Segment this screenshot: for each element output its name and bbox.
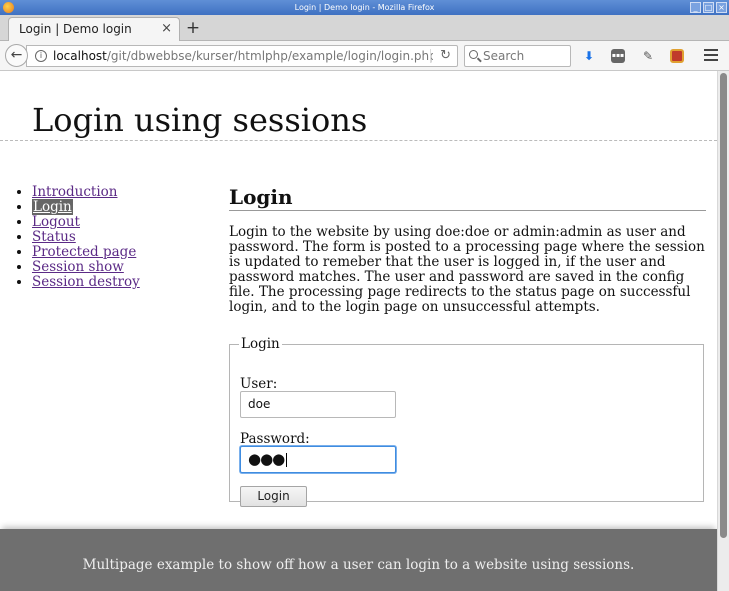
addon-icon[interactable] — [670, 49, 684, 63]
site-title: Login using sessions — [32, 101, 368, 139]
window-title: Login | Demo login - Mozilla Firefox — [294, 3, 435, 12]
password-mask: ●●● — [248, 450, 285, 468]
tab-login[interactable]: Login | Demo login × — [8, 17, 180, 41]
firefox-icon — [3, 2, 14, 13]
back-button[interactable]: ← — [5, 44, 28, 67]
minimize-button[interactable]: _ — [690, 2, 701, 13]
url-host: localhost — [53, 49, 107, 63]
tab-close-icon[interactable]: × — [161, 18, 172, 40]
tab-label: Login | Demo login — [19, 22, 132, 36]
info-icon[interactable]: i — [35, 50, 47, 62]
vertical-scrollbar[interactable] — [717, 71, 729, 591]
hamburger-menu-icon[interactable] — [704, 49, 718, 63]
intro-paragraph: Login to the website by using doe:doe or… — [229, 224, 705, 315]
url-path: /git/dbwebbse/kurser/htmlphp/example/log… — [106, 49, 433, 63]
text-caret — [286, 452, 288, 467]
window-controls: _ □ × — [690, 2, 727, 13]
login-button[interactable]: Login — [240, 486, 307, 507]
extension-icon[interactable]: ▪▪▪ — [611, 49, 625, 63]
url-bar[interactable]: i localhost/git/dbwebbse/kurser/htmlphp/… — [26, 45, 458, 67]
menu-link-logout[interactable]: Logout — [32, 214, 80, 230]
reload-icon[interactable]: ↻ — [440, 46, 451, 66]
navigation-bar: i localhost/git/dbwebbse/kurser/htmlphp/… — [0, 41, 729, 71]
menu-link-protected-page[interactable]: Protected page — [32, 244, 136, 260]
maximize-button[interactable]: □ — [703, 2, 714, 13]
footer-text: Multipage example to show off how a user… — [82, 557, 635, 573]
user-label: User: — [240, 376, 278, 392]
download-icon[interactable]: ⬇ — [582, 49, 596, 63]
search-input[interactable]: Search — [464, 45, 571, 67]
page-heading: Login — [229, 185, 706, 211]
login-form: Login User: doe Password: ●●● Login — [229, 336, 704, 507]
url-text[interactable]: localhost/git/dbwebbse/kurser/htmlphp/ex… — [53, 46, 433, 66]
page-viewport: Login using sessions Introduction Login … — [0, 71, 717, 591]
menu-link-session-destroy[interactable]: Session destroy — [32, 274, 140, 290]
sidebar-item-login: Login — [32, 199, 140, 215]
sidebar-item-protected: Protected page — [32, 245, 140, 260]
new-tab-button[interactable]: + — [184, 18, 202, 38]
menu-link-introduction[interactable]: Introduction — [32, 184, 118, 200]
sidebar-menu: Introduction Login Logout Status Protect… — [14, 185, 140, 290]
close-window-button[interactable]: × — [716, 2, 727, 13]
eyedropper-icon[interactable]: ✎ — [641, 49, 655, 63]
scrollbar-thumb[interactable] — [720, 73, 727, 538]
header-divider — [0, 140, 717, 141]
page-footer: Multipage example to show off how a user… — [0, 529, 717, 591]
password-label: Password: — [240, 431, 310, 447]
sidebar-item-introduction: Introduction — [32, 185, 140, 200]
search-placeholder: Search — [483, 49, 525, 63]
tab-bar: Login | Demo login × + — [0, 15, 729, 41]
menu-link-login[interactable]: Login — [32, 199, 73, 215]
menu-link-status[interactable]: Status — [32, 229, 76, 245]
window-titlebar: Login | Demo login - Mozilla Firefox _ □… — [0, 0, 729, 15]
form-legend: Login — [241, 336, 280, 352]
url-separator — [430, 49, 431, 63]
sidebar-item-session-destroy: Session destroy — [32, 275, 140, 290]
sidebar-item-status: Status — [32, 230, 140, 245]
sidebar-item-session-show: Session show — [32, 260, 140, 275]
main-content: Login Login to the website by using doe:… — [229, 185, 706, 507]
sidebar-item-logout: Logout — [32, 215, 140, 230]
user-input[interactable]: doe — [240, 391, 396, 418]
password-input[interactable]: ●●● — [240, 446, 396, 473]
menu-link-session-show[interactable]: Session show — [32, 259, 124, 275]
search-icon — [469, 50, 478, 59]
